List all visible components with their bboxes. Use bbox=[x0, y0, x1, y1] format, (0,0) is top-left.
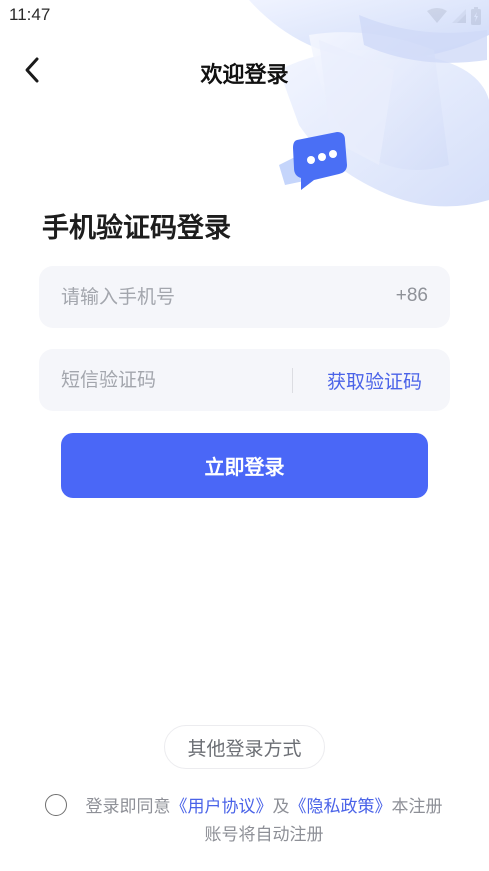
status-time: 11:47 bbox=[9, 5, 51, 24]
agreement-text: 登录即同意《用户协议》及《隐私政策》本注册账号将自动注册 bbox=[78, 793, 450, 849]
user-agreement-link[interactable]: 《用户协议》 bbox=[171, 797, 273, 817]
hero-illustration bbox=[249, 0, 489, 207]
get-code-button[interactable]: 获取验证码 bbox=[327, 367, 422, 394]
sms-code-input[interactable] bbox=[39, 349, 289, 411]
phone-field: +86 bbox=[39, 266, 450, 328]
login-button[interactable]: 立即登录 bbox=[61, 433, 428, 498]
sms-code-field: 获取验证码 bbox=[39, 349, 450, 411]
page-title: 手机验证码登录 bbox=[42, 213, 231, 244]
agreement-and: 及 bbox=[272, 797, 290, 817]
field-divider bbox=[292, 368, 293, 393]
agreement-radio[interactable] bbox=[45, 794, 67, 816]
country-code-prefix[interactable]: +86 bbox=[396, 285, 428, 307]
privacy-policy-link[interactable]: 《隐私政策》 bbox=[290, 797, 392, 817]
other-login-button[interactable]: 其他登录方式 bbox=[164, 725, 325, 769]
nav-title: 欢迎登录 bbox=[200, 63, 289, 88]
agreement-prefix: 登录即同意 bbox=[85, 797, 171, 817]
phone-input[interactable] bbox=[39, 266, 369, 328]
